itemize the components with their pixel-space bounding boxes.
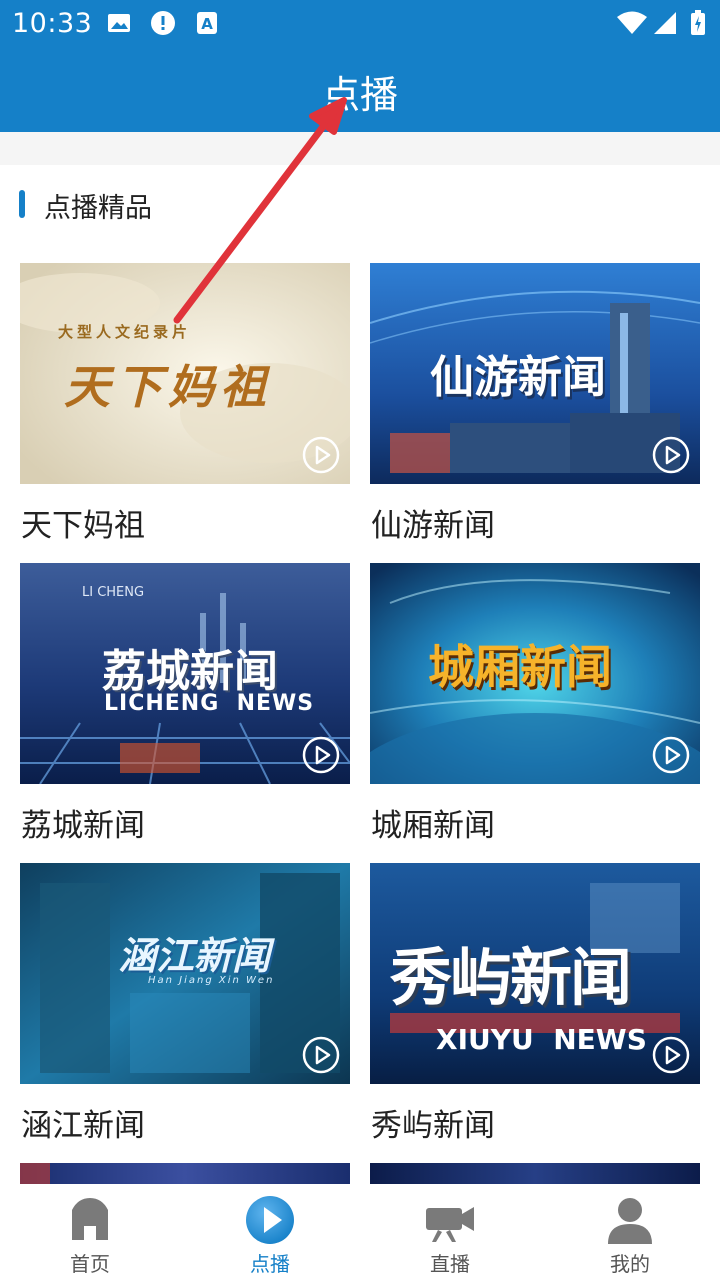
bottom-nav: 首页 点播 直播 我的 bbox=[0, 1184, 720, 1280]
video-title: 城厢新闻 bbox=[371, 808, 495, 844]
thumbnail-caption-en: LICHENG NEWS bbox=[104, 691, 315, 716]
play-icon bbox=[302, 436, 340, 474]
video-title: 涵江新闻 bbox=[21, 1108, 145, 1144]
video-tile-tianxia-mazu[interactable]: 大型人文纪录片 天下妈祖 天下妈祖 bbox=[20, 263, 350, 563]
thumbnail-caption-small: LI CHENG bbox=[82, 585, 145, 600]
play-icon bbox=[302, 1036, 340, 1074]
svg-text:A: A bbox=[201, 15, 213, 33]
video-tile-licheng-news[interactable]: LI CHENG 荔城新闻 LICHENG NEWS 荔城新闻 bbox=[20, 563, 350, 863]
person-icon bbox=[608, 1198, 652, 1244]
video-thumbnail: 秀屿新闻 XIUYU NEWS bbox=[370, 863, 700, 1084]
partial-highlight bbox=[20, 1163, 50, 1184]
page-title: 点播 bbox=[321, 73, 398, 117]
play-icon bbox=[652, 736, 690, 774]
video-thumbnail: 城厢新闻 bbox=[370, 563, 700, 784]
video-thumbnail: 大型人文纪录片 天下妈祖 bbox=[20, 263, 350, 484]
thumbnail-caption-en: XIUYU NEWS bbox=[436, 1023, 647, 1056]
video-tile-chengxiang-news[interactable]: 城厢新闻 城厢新闻 bbox=[370, 563, 700, 863]
section-accent-bar bbox=[19, 190, 25, 218]
signal-icon bbox=[654, 12, 676, 34]
alert-icon bbox=[151, 11, 175, 35]
nav-item-home[interactable]: 首页 bbox=[0, 1184, 180, 1280]
nav-item-vod[interactable]: 点播 bbox=[180, 1184, 360, 1280]
video-title: 秀屿新闻 bbox=[371, 1108, 495, 1144]
home-icon bbox=[72, 1198, 108, 1240]
video-tile-xiuyu-news[interactable]: 秀屿新闻 XIUYU NEWS 秀屿新闻 bbox=[370, 863, 700, 1163]
battery-icon bbox=[691, 10, 705, 35]
thumbnail-caption: 荔城新闻 bbox=[102, 646, 278, 697]
video-camera-icon bbox=[426, 1207, 474, 1242]
thumbnail-caption-small: Han Jiang Xin Wen bbox=[148, 975, 275, 986]
wifi-icon bbox=[617, 11, 647, 34]
play-icon bbox=[652, 436, 690, 474]
thumbnail-caption-small: 大型人文纪录片 bbox=[58, 323, 192, 341]
thumbnail-caption: 涵江新闻 bbox=[118, 934, 271, 978]
video-title: 荔城新闻 bbox=[21, 808, 145, 844]
status-time: 10:33 bbox=[12, 8, 93, 39]
app-bar: 点播 bbox=[0, 50, 720, 132]
nav-label: 首页 bbox=[70, 1252, 110, 1276]
video-tile-partial[interactable] bbox=[370, 1163, 700, 1184]
play-icon bbox=[652, 1036, 690, 1074]
divider-band bbox=[0, 132, 720, 165]
thumbnail-caption: 天下妈祖 bbox=[64, 360, 272, 414]
play-icon bbox=[302, 736, 340, 774]
nav-label: 直播 bbox=[430, 1252, 470, 1276]
video-thumbnail: LI CHENG 荔城新闻 LICHENG NEWS bbox=[20, 563, 350, 784]
thumbnail-caption: 仙游新闻 bbox=[430, 352, 606, 403]
section-title: 点播精品 bbox=[44, 193, 152, 224]
video-title: 仙游新闻 bbox=[371, 508, 495, 544]
nav-item-live[interactable]: 直播 bbox=[360, 1184, 540, 1280]
play-circle-icon bbox=[246, 1196, 294, 1244]
nav-item-profile[interactable]: 我的 bbox=[540, 1184, 720, 1280]
nav-label: 我的 bbox=[610, 1252, 650, 1276]
video-title: 天下妈祖 bbox=[21, 508, 145, 544]
image-icon bbox=[108, 14, 130, 32]
a-badge-icon: A bbox=[197, 12, 217, 34]
thumbnail-caption: 城厢新闻 bbox=[428, 640, 612, 694]
video-tile-partial[interactable] bbox=[20, 1163, 350, 1184]
video-thumbnail: 涵江新闻 Han Jiang Xin Wen bbox=[20, 863, 350, 1084]
thumbnail-caption: 秀屿新闻 bbox=[390, 941, 632, 1014]
video-thumbnail: 仙游新闻 bbox=[370, 263, 700, 484]
video-tile-xianyou-news[interactable]: 仙游新闻 仙游新闻 bbox=[370, 263, 700, 563]
video-tile-hanjiang-news[interactable]: 涵江新闻 Han Jiang Xin Wen 涵江新闻 bbox=[20, 863, 350, 1163]
section-header: 点播精品 bbox=[0, 182, 720, 226]
nav-label: 点播 bbox=[250, 1252, 290, 1276]
status-bar: 10:33 A bbox=[0, 0, 720, 50]
